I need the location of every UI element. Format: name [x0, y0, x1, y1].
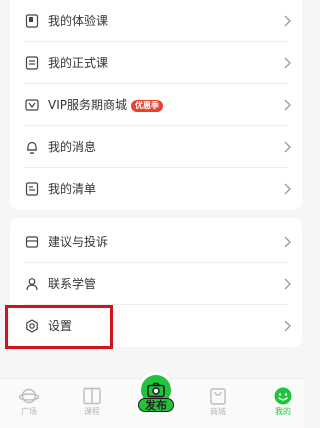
- trial-course-icon: [24, 13, 40, 29]
- menu-item-checklist[interactable]: 我的清单: [10, 168, 302, 210]
- chevron-right-icon: [282, 140, 292, 154]
- menu-item-formal-courses[interactable]: 我的正式课: [10, 42, 302, 84]
- tab-courses[interactable]: 课程: [72, 383, 112, 425]
- vip-icon: [24, 97, 40, 113]
- checklist-icon: [24, 181, 40, 197]
- formal-course-icon: [24, 55, 40, 71]
- menu-item-label: 我的清单: [48, 182, 97, 196]
- chevron-right-icon: [282, 14, 292, 28]
- menu-item-label: 我的消息: [48, 140, 97, 154]
- tab-label: 我的: [275, 407, 291, 416]
- settings-icon: [24, 318, 40, 334]
- chevron-right-icon: [282, 235, 292, 249]
- menu-card-secondary: 建议与投诉 联系学管 设置: [10, 218, 302, 347]
- publish-label: 发布: [138, 398, 174, 412]
- planet-icon: [17, 386, 41, 406]
- menu-card-primary: 我的体验课 我的正式课 VIP服务期商城 优惠季 我的消息 我的清单: [10, 0, 302, 210]
- chevron-right-icon: [282, 277, 292, 291]
- menu-item-label: 设置: [48, 319, 73, 333]
- tab-mall[interactable]: 商城: [198, 383, 238, 425]
- tab-label: 广场: [21, 407, 37, 416]
- tab-label: 课程: [84, 407, 100, 416]
- menu-item-settings[interactable]: 设置: [10, 305, 302, 347]
- shopping-bag-icon: [206, 386, 230, 406]
- tab-mine[interactable]: 我的: [263, 383, 303, 425]
- chevron-right-icon: [282, 98, 292, 112]
- menu-item-feedback[interactable]: 建议与投诉: [10, 221, 302, 263]
- menu-item-label: 我的正式课: [48, 56, 109, 70]
- chevron-right-icon: [282, 319, 292, 333]
- promo-badge: 优惠季: [131, 100, 163, 112]
- menu-item-messages[interactable]: 我的消息: [10, 126, 302, 168]
- menu-item-label: 建议与投诉: [48, 235, 109, 249]
- menu-item-label: 我的体验课: [48, 14, 109, 28]
- menu-item-label: VIP服务期商城: [48, 98, 127, 112]
- feedback-icon: [24, 234, 40, 250]
- menu-item-trial-courses[interactable]: 我的体验课: [10, 0, 302, 42]
- chevron-right-icon: [282, 56, 292, 70]
- book-icon: [80, 386, 104, 406]
- menu-item-vip-mall[interactable]: VIP服务期商城 优惠季: [10, 84, 302, 126]
- tab-plaza[interactable]: 广场: [9, 383, 49, 425]
- menu-item-contact-advisor[interactable]: 联系学管: [10, 263, 302, 305]
- menu-item-label: 联系学管: [48, 277, 97, 291]
- smiley-face-icon: [271, 386, 295, 406]
- publish-button[interactable]: 发布: [136, 372, 176, 422]
- chevron-right-icon: [282, 182, 292, 196]
- contact-icon: [24, 276, 40, 292]
- bell-icon: [24, 139, 40, 155]
- tab-label: 商城: [210, 407, 226, 416]
